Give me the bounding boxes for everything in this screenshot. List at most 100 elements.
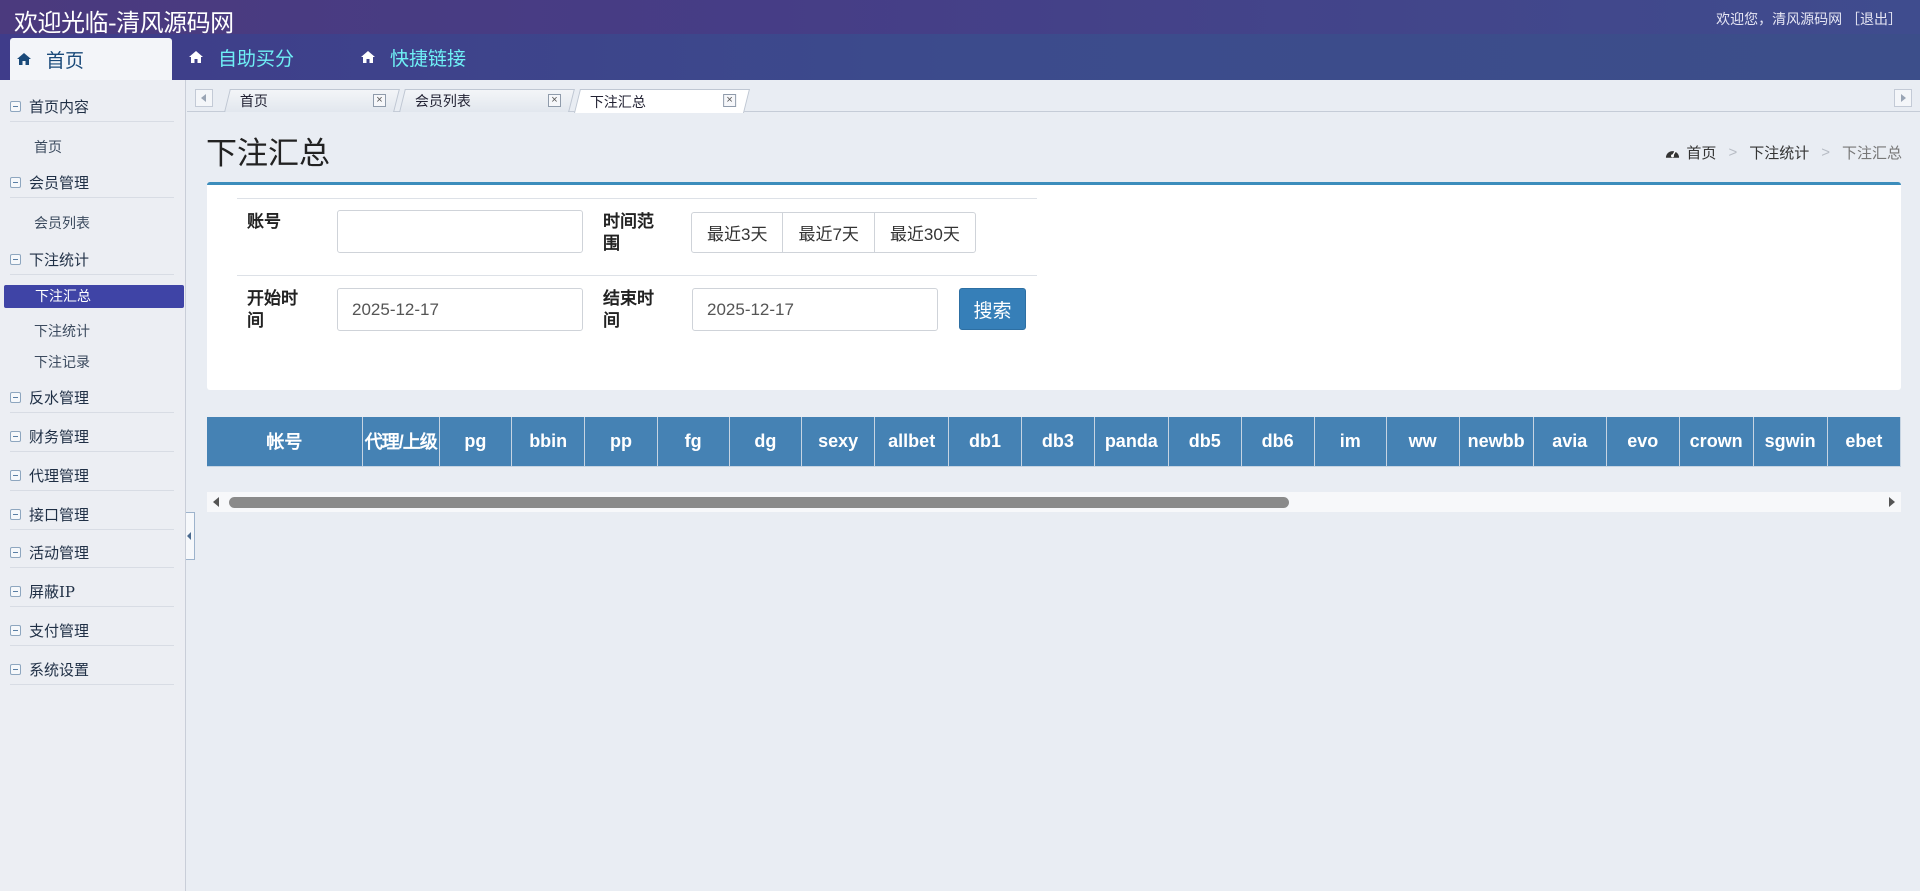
- sidebar-group-activities[interactable]: 活动管理: [10, 538, 174, 568]
- account-input[interactable]: [337, 210, 583, 253]
- column-header[interactable]: newbb: [1459, 417, 1534, 467]
- column-header[interactable]: allbet: [874, 417, 950, 467]
- last-3-days-button[interactable]: 最近3天: [691, 212, 784, 253]
- column-header[interactable]: avia: [1533, 417, 1607, 467]
- collapse-icon: [10, 509, 21, 520]
- search-form-panel: 账号 时间范 围 最近3天 最近7天 最近30天 开始时 间 2025-12-1…: [207, 182, 1901, 390]
- column-header-agent[interactable]: 代理/上级: [362, 417, 440, 467]
- divider: [237, 198, 1037, 199]
- tab-scroll-left-button[interactable]: [195, 89, 213, 107]
- breadcrumb-separator: >: [1821, 144, 1830, 161]
- close-icon[interactable]: ×: [548, 94, 561, 107]
- sidebar-group-members[interactable]: 会员管理: [10, 168, 174, 198]
- main-nav: 首页 自助买分 快捷链接: [0, 34, 1920, 80]
- sidebar-item-member-list[interactable]: 会员列表: [34, 213, 90, 233]
- sidebar-group-label: 支付管理: [29, 622, 90, 640]
- search-button[interactable]: 搜索: [959, 288, 1026, 330]
- horizontal-scrollbar[interactable]: [207, 492, 1901, 512]
- collapse-icon: [10, 664, 21, 675]
- start-date-input[interactable]: 2025-12-17: [337, 288, 583, 331]
- column-header[interactable]: ww: [1386, 417, 1460, 467]
- column-header[interactable]: sgwin: [1753, 417, 1828, 467]
- close-icon[interactable]: ×: [373, 94, 386, 107]
- start-time-label: 开始时 间: [247, 288, 298, 332]
- home-icon: [361, 51, 375, 63]
- nav-self-recharge[interactable]: 自助买分: [188, 34, 294, 80]
- dashboard-icon: [1666, 150, 1680, 158]
- column-header[interactable]: bbin: [511, 417, 586, 467]
- breadcrumb-bet-stats[interactable]: 下注统计: [1749, 142, 1809, 163]
- sidebar-group-rebate[interactable]: 反水管理: [10, 383, 174, 413]
- nav-self-recharge-label: 自助买分: [218, 47, 295, 70]
- column-header[interactable]: db5: [1168, 417, 1242, 467]
- collapse-icon: [10, 586, 21, 597]
- sidebar-group-api[interactable]: 接口管理: [10, 500, 174, 530]
- tab-label: 首页: [239, 93, 268, 109]
- sidebar-group-payment[interactable]: 支付管理: [10, 616, 174, 646]
- last-30-days-button[interactable]: 最近30天: [873, 212, 976, 253]
- sidebar-group-bet-stats[interactable]: 下注统计: [10, 245, 174, 275]
- nav-home-label: 首页: [46, 49, 85, 72]
- tab-label: 会员列表: [414, 93, 471, 109]
- breadcrumb: 首页 > 下注统计 > 下注汇总: [1665, 142, 1902, 163]
- sidebar-group-label: 会员管理: [29, 174, 90, 192]
- sidebar-item-bet-records[interactable]: 下注记录: [34, 352, 90, 372]
- column-header[interactable]: db1: [948, 417, 1022, 467]
- tab-label: 下注汇总: [589, 93, 646, 110]
- sidebar-item-home[interactable]: 首页: [34, 137, 62, 157]
- column-header[interactable]: ebet: [1827, 417, 1901, 467]
- home-icon: [17, 53, 31, 65]
- collapse-icon: [10, 101, 21, 112]
- end-time-label-line2: 间: [603, 311, 620, 330]
- collapse-icon: [10, 547, 21, 558]
- sidebar-group-finance[interactable]: 财务管理: [10, 422, 174, 452]
- sidebar-item-bet-summary[interactable]: 下注汇总: [4, 285, 184, 308]
- scrollbar-thumb[interactable]: [229, 497, 1289, 508]
- page-title: 下注汇总: [206, 136, 330, 172]
- column-header[interactable]: crown: [1679, 417, 1754, 467]
- column-header-account[interactable]: 帐号: [207, 417, 363, 467]
- scroll-left-arrow-icon[interactable]: [213, 497, 219, 507]
- home-icon: [189, 51, 203, 63]
- account-label: 账号: [247, 212, 281, 231]
- time-range-button-group: 最近3天 最近7天 最近30天: [691, 212, 976, 253]
- collapse-icon: [10, 177, 21, 188]
- time-range-label-line1: 时间范: [603, 212, 654, 231]
- results-table-container: 帐号 代理/上级 pg bbin pp fg dg sexy allbet db…: [207, 417, 1901, 467]
- table-header-row: 帐号 代理/上级 pg bbin pp fg dg sexy allbet db…: [207, 417, 1901, 467]
- sidebar-group-settings[interactable]: 系统设置: [10, 655, 174, 685]
- column-header[interactable]: pg: [439, 417, 513, 467]
- nav-quick-links-label: 快捷链接: [390, 47, 467, 70]
- column-header[interactable]: fg: [657, 417, 730, 467]
- collapse-icon: [10, 625, 21, 636]
- last-7-days-button[interactable]: 最近7天: [782, 212, 875, 253]
- logout-link[interactable]: ［退出］: [1846, 11, 1902, 27]
- sidebar: 首页内容 首页 会员管理 会员列表 下注统计 下注汇总 下注统计 下注记录 反水…: [0, 80, 186, 891]
- app-title: 欢迎光临-清风源码网: [14, 9, 234, 37]
- close-icon[interactable]: ×: [723, 94, 737, 107]
- column-header[interactable]: db6: [1241, 417, 1315, 467]
- tab-member-list[interactable]: 会员列表 ×: [399, 89, 575, 112]
- tab-bet-summary[interactable]: 下注汇总 ×: [574, 89, 750, 113]
- sidebar-group-block-ip[interactable]: 屏蔽IP: [10, 577, 174, 607]
- divider: [237, 275, 1037, 276]
- nav-quick-links[interactable]: 快捷链接: [360, 34, 466, 80]
- end-date-input[interactable]: 2025-12-17: [692, 288, 938, 331]
- breadcrumb-home[interactable]: 首页: [1686, 142, 1716, 163]
- sidebar-collapse-handle[interactable]: [186, 512, 195, 560]
- column-header[interactable]: pp: [584, 417, 658, 467]
- sidebar-group-home-content[interactable]: 首页内容: [10, 92, 174, 122]
- column-header[interactable]: im: [1314, 417, 1387, 467]
- sidebar-group-agents[interactable]: 代理管理: [10, 461, 174, 491]
- tab-scroll-right-button[interactable]: [1894, 89, 1912, 107]
- column-header[interactable]: panda: [1094, 417, 1169, 467]
- column-header[interactable]: sexy: [801, 417, 876, 467]
- column-header[interactable]: evo: [1606, 417, 1680, 467]
- nav-home[interactable]: 首页: [10, 38, 172, 80]
- end-time-label: 结束时 间: [603, 288, 654, 332]
- sidebar-item-bet-statistics[interactable]: 下注统计: [34, 321, 90, 341]
- scroll-right-arrow-icon[interactable]: [1889, 497, 1895, 507]
- tab-home[interactable]: 首页 ×: [224, 89, 400, 112]
- column-header[interactable]: dg: [729, 417, 803, 467]
- column-header[interactable]: db3: [1021, 417, 1095, 467]
